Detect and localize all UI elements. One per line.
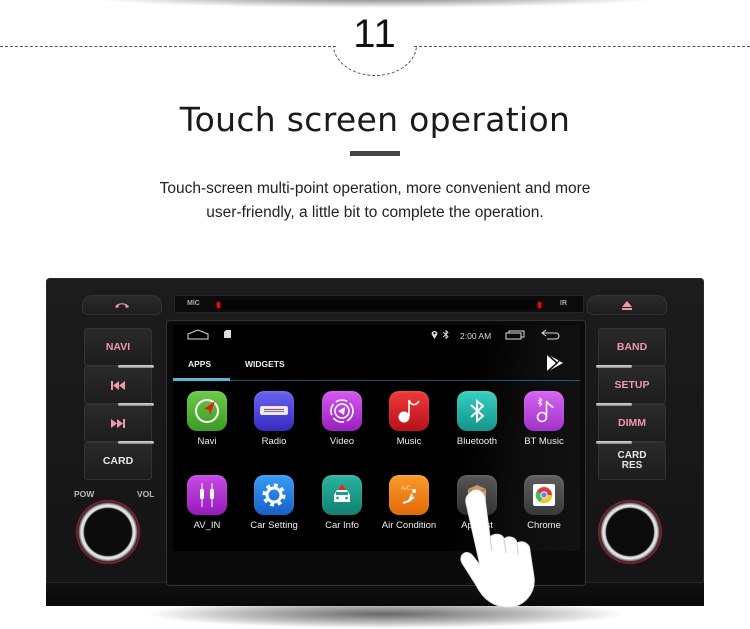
app-label: Radio xyxy=(261,436,287,447)
navi-label: NAVI xyxy=(105,341,131,353)
app-air-condition[interactable]: A/C Air Condition xyxy=(375,475,443,531)
sd-card-status xyxy=(224,330,231,338)
top-shadow xyxy=(80,0,670,8)
slot-led-right xyxy=(538,302,541,308)
band-label: BAND xyxy=(616,341,648,353)
app-av-in[interactable]: AV_IN xyxy=(173,475,241,531)
card-label: CARD xyxy=(102,455,134,467)
call-button[interactable] xyxy=(82,295,162,315)
disc-slot: MIC IR xyxy=(174,295,584,313)
button-separator xyxy=(118,403,154,406)
card-res-button[interactable]: CARD RES xyxy=(598,442,666,480)
previous-track-icon xyxy=(111,380,125,390)
recent-apps-button[interactable] xyxy=(505,330,525,340)
subtitle-line-2: user-friendly, a little bit to complete … xyxy=(206,204,544,221)
right-button-column: BAND SETUP DIMM CARD RES xyxy=(596,328,666,480)
phone-hangup-icon xyxy=(115,303,129,308)
music-icon xyxy=(389,391,429,431)
location-icon xyxy=(431,331,438,339)
button-separator xyxy=(596,403,632,406)
home-icon xyxy=(187,329,209,340)
volume-knob[interactable] xyxy=(76,500,140,564)
app-radio[interactable]: Radio xyxy=(240,391,308,447)
button-separator xyxy=(596,441,632,444)
tab-apps[interactable]: APPS xyxy=(188,359,211,369)
app-bluetooth[interactable]: Bluetooth xyxy=(443,391,511,447)
video-icon xyxy=(322,391,362,431)
step-number: 11 xyxy=(353,12,397,56)
bluetooth-status xyxy=(443,330,449,339)
next-track-icon xyxy=(111,418,125,428)
app-video[interactable]: Video xyxy=(308,391,376,447)
mic-label: MIC xyxy=(187,300,200,307)
sd-card-icon xyxy=(224,330,231,338)
eject-button[interactable] xyxy=(587,295,667,315)
vol-label: VOL xyxy=(137,489,155,499)
card-button[interactable]: CARD xyxy=(84,442,152,480)
app-label: AV_IN xyxy=(193,520,221,531)
back-button[interactable] xyxy=(541,329,561,340)
ir-label: IR xyxy=(560,300,567,307)
page-title: Touch screen operation xyxy=(179,100,571,139)
button-separator xyxy=(118,365,154,368)
previous-track-button[interactable] xyxy=(84,366,152,404)
app-label: Bluetooth xyxy=(456,436,498,447)
app-navi[interactable]: Navi xyxy=(173,391,241,447)
app-label: Car Setting xyxy=(250,520,298,531)
band-button[interactable]: BAND xyxy=(598,328,666,366)
app-music[interactable]: Music xyxy=(375,391,443,447)
tab-widgets[interactable]: WIDGETS xyxy=(245,359,285,369)
av-in-icon xyxy=(187,475,227,515)
slot-led-left xyxy=(217,302,220,308)
navi-button[interactable]: NAVI xyxy=(84,328,152,366)
dimm-button[interactable]: DIMM xyxy=(598,404,666,442)
air-condition-icon: A/C xyxy=(389,475,429,515)
app-label: Music xyxy=(396,436,422,447)
app-label: Navi xyxy=(197,436,217,447)
setup-label: SETUP xyxy=(614,379,650,391)
play-store-button[interactable] xyxy=(545,353,565,378)
app-bt-music[interactable]: BT Music xyxy=(510,391,578,447)
bluetooth-icon xyxy=(443,330,449,339)
play-store-icon xyxy=(546,353,563,373)
card-res-label-2: RES xyxy=(621,460,643,471)
app-label: Video xyxy=(329,436,355,447)
svg-text:A/C: A/C xyxy=(401,486,412,492)
active-tab-indicator xyxy=(173,378,230,381)
bluetooth-app-icon xyxy=(457,391,497,431)
button-separator xyxy=(596,365,632,368)
tune-knob[interactable] xyxy=(598,500,662,564)
back-icon xyxy=(541,329,560,340)
disc-slot-opening xyxy=(215,300,543,309)
pow-label: POW xyxy=(74,489,95,499)
next-track-button[interactable] xyxy=(84,404,152,442)
app-drawer-tabs: APPS WIDGETS xyxy=(173,349,580,381)
bt-music-icon xyxy=(524,391,564,431)
dimm-label: DIMM xyxy=(618,417,646,429)
home-button[interactable] xyxy=(187,329,209,340)
app-label: Car Info xyxy=(325,520,359,531)
navigation-icon xyxy=(187,391,227,431)
app-car-info[interactable]: Car Info xyxy=(308,475,376,531)
location-status xyxy=(431,330,438,339)
app-car-setting[interactable]: Car Setting xyxy=(240,475,308,531)
title-underline xyxy=(350,151,400,156)
eject-icon xyxy=(622,300,632,310)
setup-button[interactable]: SETUP xyxy=(598,366,666,404)
app-label: Air Condition xyxy=(381,520,437,531)
radio-icon xyxy=(254,391,294,431)
app-label: BT Music xyxy=(524,436,564,447)
pointing-hand-icon xyxy=(460,489,535,608)
button-separator xyxy=(118,441,154,444)
clock: 2:00 AM xyxy=(460,331,492,341)
head-unit: MIC IR NAVI CARD BAND SETUP DIMM CARD RE… xyxy=(46,278,704,606)
car-info-icon xyxy=(322,475,362,515)
left-button-column: NAVI CARD xyxy=(84,328,154,480)
status-bar: 2:00 AM xyxy=(173,325,580,347)
page-subtitle: Touch-screen multi-point operation, more… xyxy=(0,177,750,225)
gear-icon xyxy=(254,475,294,515)
recent-apps-icon xyxy=(505,330,525,340)
subtitle-line-1: Touch-screen multi-point operation, more… xyxy=(159,180,591,197)
